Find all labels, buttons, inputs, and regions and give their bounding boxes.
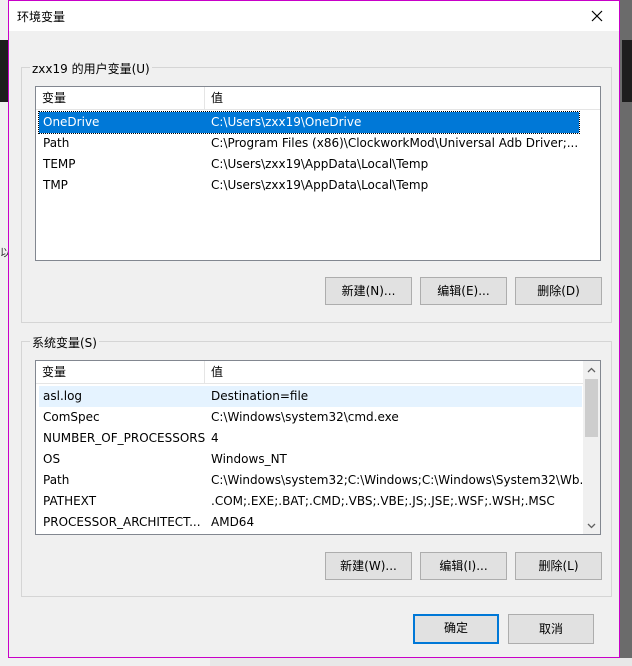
table-row[interactable]: TEMP C:\Users\zxx19\AppData\Local\Temp bbox=[39, 154, 579, 175]
table-row[interactable]: PROCESSOR_ARCHITECT... AMD64 bbox=[39, 512, 582, 533]
table-row[interactable]: NUMBER_OF_PROCESSORS 4 bbox=[39, 428, 582, 449]
variable-name: TEMP bbox=[43, 157, 76, 171]
variable-value: C:\Users\zxx19\AppData\Local\Temp bbox=[211, 157, 429, 171]
variable-name: PROCESSOR_ARCHITECT... bbox=[43, 515, 201, 529]
column-header-variable[interactable]: 变量 bbox=[36, 87, 204, 109]
ok-button[interactable]: 确定 bbox=[413, 614, 499, 644]
column-header-value[interactable]: 值 bbox=[205, 361, 583, 383]
system-edit-button[interactable]: 编辑(I)... bbox=[420, 552, 507, 580]
variable-name: Path bbox=[43, 473, 70, 487]
variable-value: 4 bbox=[211, 431, 219, 445]
variable-value: Windows_NT bbox=[211, 452, 287, 466]
background-window-bottom bbox=[0, 658, 210, 666]
column-header-variable[interactable]: 变量 bbox=[36, 361, 204, 383]
table-row[interactable]: OS Windows_NT bbox=[39, 449, 582, 470]
table-row[interactable]: asl.log Destination=file bbox=[39, 386, 582, 407]
user-new-button[interactable]: 新建(N)... bbox=[325, 277, 412, 305]
variable-name: OS bbox=[43, 452, 61, 466]
close-icon bbox=[591, 10, 603, 22]
table-row[interactable]: OneDrive C:\Users\zxx19\OneDrive bbox=[38, 111, 580, 134]
variable-name: NUMBER_OF_PROCESSORS bbox=[43, 431, 206, 445]
variable-value: C:\Users\zxx19\AppData\Local\Temp bbox=[211, 178, 429, 192]
list-header: 变量 值 bbox=[36, 87, 600, 110]
variable-value: C:\Windows\system32\cmd.exe bbox=[211, 410, 399, 424]
cancel-button[interactable]: 取消 bbox=[508, 614, 594, 644]
user-variables-group: zxx19 的用户变量(U) 变量 值 OneDrive C:\Users\zx… bbox=[21, 60, 612, 323]
table-row[interactable]: Path C:\Program Files (x86)\ClockworkMod… bbox=[39, 133, 579, 154]
variable-value: Destination=file bbox=[211, 389, 309, 403]
user-variables-list[interactable]: 变量 值 OneDrive C:\Users\zxx19\OneDrive Pa… bbox=[35, 86, 601, 261]
variable-name: ComSpec bbox=[43, 410, 100, 424]
user-delete-button[interactable]: 删除(D) bbox=[515, 277, 602, 305]
table-row[interactable]: ComSpec C:\Windows\system32\cmd.exe bbox=[39, 407, 582, 428]
variable-name: Path bbox=[43, 136, 70, 150]
system-variables-list[interactable]: 变量 值 asl.log Destination=file ComSpec C:… bbox=[35, 360, 601, 535]
scroll-down-button[interactable] bbox=[583, 517, 600, 534]
chevron-down-icon bbox=[587, 523, 596, 528]
table-row[interactable]: TMP C:\Users\zxx19\AppData\Local\Temp bbox=[39, 175, 579, 196]
variable-name: PATHEXT bbox=[43, 494, 97, 508]
variable-name: TMP bbox=[43, 178, 68, 192]
variable-value: AMD64 bbox=[211, 515, 255, 529]
variable-name: asl.log bbox=[43, 389, 83, 403]
variable-name: OneDrive bbox=[43, 115, 100, 129]
user-edit-button[interactable]: 编辑(E)... bbox=[420, 277, 507, 305]
variable-value: C:\Users\zxx19\OneDrive bbox=[211, 115, 362, 129]
table-row[interactable]: Path C:\Windows\system32;C:\Windows;C:\W… bbox=[39, 470, 591, 491]
table-row[interactable]: PATHEXT .COM;.EXE;.BAT;.CMD;.VBS;.VBE;.J… bbox=[39, 491, 582, 512]
variable-value: C:\Windows\system32;C:\Windows;C:\Window… bbox=[211, 473, 591, 487]
column-header-value[interactable]: 值 bbox=[205, 87, 595, 109]
scroll-up-button[interactable] bbox=[583, 361, 600, 378]
dialog-title: 环境变量 bbox=[17, 10, 66, 24]
background-window-bottom-right bbox=[210, 658, 632, 666]
system-variables-group: 系统变量(S) 变量 值 asl.log Destination=file Co… bbox=[21, 334, 612, 597]
title-bar[interactable]: 环境变量 bbox=[9, 1, 619, 31]
vertical-scrollbar[interactable] bbox=[583, 361, 600, 534]
environment-variables-dialog: 环境变量 zxx19 的用户变量(U) 变量 值 OneDrive C:\Use… bbox=[8, 0, 620, 658]
scrollbar-thumb[interactable] bbox=[585, 379, 598, 437]
system-new-button[interactable]: 新建(W)... bbox=[325, 552, 412, 580]
close-button[interactable] bbox=[575, 1, 619, 31]
background-window-dark-strip-right bbox=[622, 40, 632, 102]
variable-value: C:\Program Files (x86)\ClockworkMod\Univ… bbox=[211, 136, 579, 150]
system-delete-button[interactable]: 删除(L) bbox=[515, 552, 602, 580]
user-variables-label: zxx19 的用户变量(U) bbox=[30, 60, 152, 77]
chevron-up-icon bbox=[587, 367, 596, 372]
variable-value: .COM;.EXE;.BAT;.CMD;.VBS;.VBE;.JS;.JSE;.… bbox=[211, 494, 555, 508]
system-variables-label: 系统变量(S) bbox=[30, 334, 99, 351]
list-header: 变量 值 bbox=[36, 361, 584, 384]
